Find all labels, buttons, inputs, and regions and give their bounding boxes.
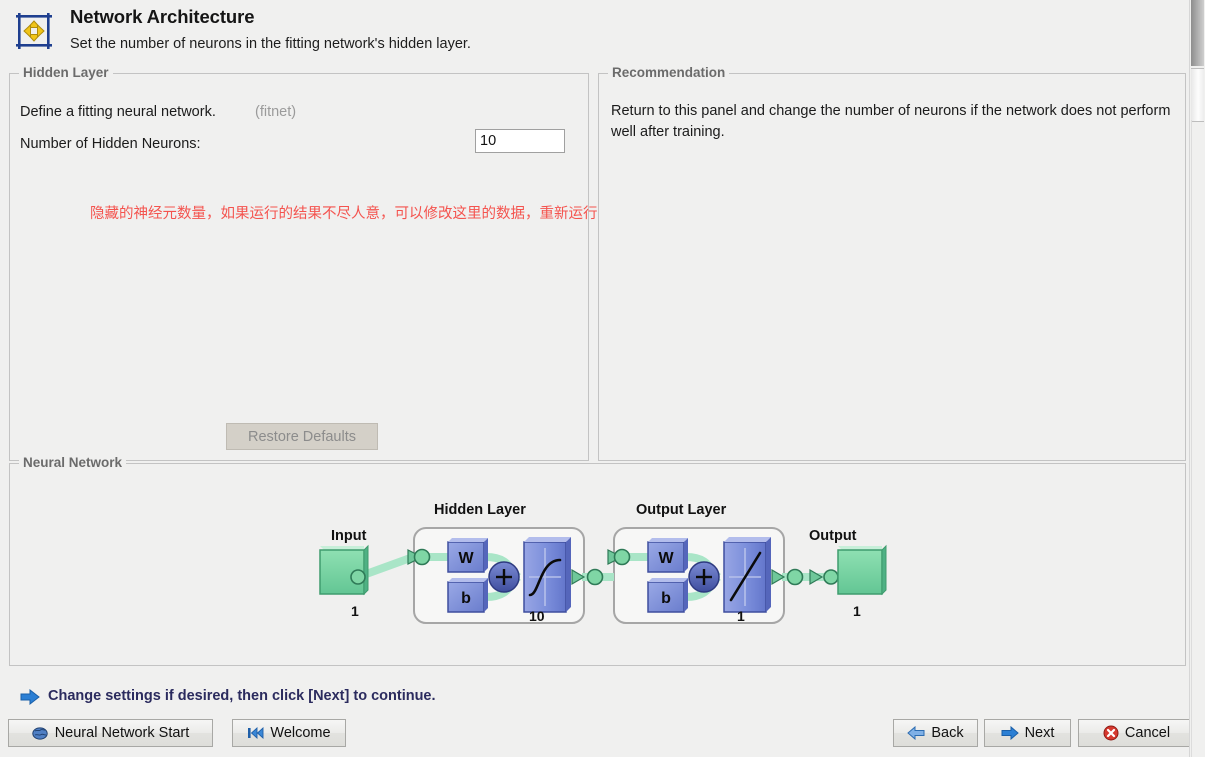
page-title: Network Architecture	[70, 6, 255, 27]
restore-defaults-button[interactable]: Restore Defaults	[226, 423, 378, 450]
network-diagram: W b W b Input 1 Hidden Layer 10 Output L…	[10, 464, 1185, 665]
network-architecture-icon	[12, 9, 56, 53]
diagram-output-layer-label: Output Layer	[636, 502, 727, 518]
neural-network-panel-title: Neural Network	[19, 455, 127, 470]
window-header: Network Architecture Set the number of n…	[0, 0, 1190, 64]
skip-to-start-icon	[247, 726, 264, 740]
hidden-bias-block: b	[447, 578, 488, 613]
left-arrow-icon	[907, 726, 925, 740]
diagram-hidden-layer-size: 10	[529, 608, 545, 624]
scrollbar-thumb[interactable]	[1191, 0, 1204, 66]
footer-hint-text: Change settings if desired, then click […	[48, 688, 436, 704]
define-network-text: Define a fitting neural network.	[20, 104, 216, 120]
brain-icon	[32, 726, 49, 741]
welcome-label: Welcome	[270, 725, 331, 741]
next-button[interactable]: Next	[984, 719, 1071, 747]
network-architecture-window: Network Architecture Set the number of n…	[0, 0, 1205, 757]
diagram-output-label: Output	[809, 528, 857, 544]
neural-network-start-button[interactable]: Neural Network Start	[8, 719, 213, 747]
page-subtitle: Set the number of neurons in the fitting…	[70, 36, 471, 52]
window-right-edge	[1189, 0, 1205, 757]
fitnet-hint-text: (fitnet)	[255, 104, 297, 120]
right-arrow-icon	[1001, 726, 1019, 740]
hidden-weight-block: W	[447, 538, 488, 573]
window-edge-divider	[1191, 120, 1192, 757]
hidden-layer-panel-title: Hidden Layer	[19, 65, 113, 80]
output-block	[837, 544, 887, 596]
cancel-button[interactable]: Cancel	[1078, 719, 1195, 747]
hidden-transfer-sigmoid-block	[523, 537, 571, 613]
diagram-hidden-layer-label: Hidden Layer	[434, 502, 526, 518]
neural-network-diagram-panel: Neural Network W b W b Input 1 Hidden La…	[9, 455, 1186, 666]
svg-text:b: b	[661, 590, 671, 607]
input-block	[319, 544, 369, 596]
diagram-output-layer-size: 1	[737, 608, 745, 624]
output-weight-block: W	[647, 538, 688, 573]
next-label: Next	[1024, 725, 1055, 741]
hidden-layer-panel: Hidden Layer Define a fitting neural net…	[9, 65, 674, 461]
hidden-sum-node	[488, 561, 520, 593]
neural-network-start-label: Neural Network Start	[54, 725, 190, 741]
recommendation-text: Return to this panel and change the numb…	[611, 103, 1171, 140]
output-transfer-linear-block	[723, 537, 771, 613]
recommendation-panel-title: Recommendation	[608, 65, 730, 80]
back-button[interactable]: Back	[893, 719, 978, 747]
svg-text:b: b	[461, 590, 471, 607]
cancel-icon	[1103, 725, 1119, 741]
back-label: Back	[931, 725, 964, 741]
chinese-annotation-note: 隐藏的神经元数量，如果运行的结果不尽人意，可以修改这里的数据，重新运行，默认为1…	[90, 206, 674, 222]
right-arrow-icon	[20, 688, 40, 706]
output-bias-block: b	[647, 578, 688, 613]
svg-text:W: W	[658, 550, 674, 567]
diagram-input-size: 1	[351, 603, 359, 619]
svg-text:W: W	[458, 550, 474, 567]
recommendation-panel: Recommendation Return to this panel and …	[598, 65, 1186, 461]
diagram-output-size: 1	[853, 603, 861, 619]
scrollbar-track-segment[interactable]	[1191, 68, 1204, 122]
hidden-neurons-input[interactable]	[475, 129, 565, 153]
hidden-neurons-label: Number of Hidden Neurons:	[20, 136, 201, 152]
welcome-button[interactable]: Welcome	[232, 719, 346, 747]
diagram-input-label: Input	[331, 528, 367, 544]
cancel-label: Cancel	[1124, 725, 1171, 741]
output-sum-node	[688, 561, 720, 593]
